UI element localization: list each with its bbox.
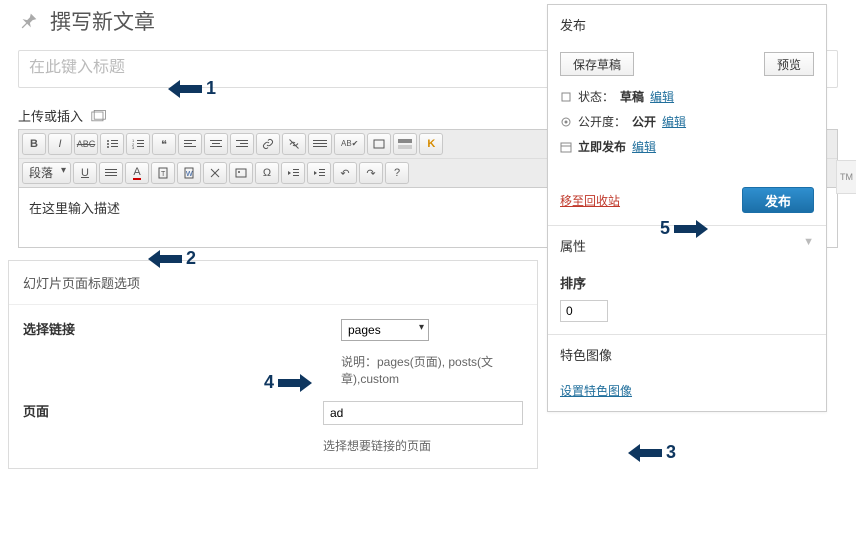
visibility-label: 公开度：	[578, 113, 626, 130]
kitchen-sink-button[interactable]	[393, 133, 417, 155]
paste-text-button[interactable]: T	[151, 162, 175, 184]
save-draft-button[interactable]: 保存草稿	[560, 52, 634, 76]
link-type-select[interactable]: pages	[341, 319, 429, 341]
clear-format-button[interactable]	[203, 162, 227, 184]
status-label: 状态：	[578, 88, 614, 105]
schedule-edit-link[interactable]: 编辑	[632, 138, 656, 155]
order-label: 排序	[560, 273, 814, 292]
redo-button[interactable]: ↷	[359, 162, 383, 184]
schedule-value: 立即发布	[578, 138, 626, 155]
paste-word-button[interactable]: W	[177, 162, 201, 184]
attrs-heading: 属性	[560, 239, 586, 254]
publish-sidebar: 发布 保存草稿 预览 状态： 草稿 编辑 公开度： 公开 编辑 立即发布 编辑	[547, 4, 827, 412]
text-color-button[interactable]: A	[125, 162, 149, 184]
visibility-edit-link[interactable]: 编辑	[662, 113, 686, 130]
align-justify-button[interactable]	[99, 162, 123, 184]
align-right-button[interactable]	[230, 133, 254, 155]
link-button[interactable]	[256, 133, 280, 155]
link-type-desc: 说明：pages(页面), posts(文章),custom	[341, 353, 523, 387]
select-link-label: 选择链接	[23, 319, 323, 338]
visibility-icon	[560, 116, 572, 128]
ul-button[interactable]	[100, 133, 124, 155]
status-edit-link[interactable]: 编辑	[650, 88, 674, 105]
trash-link[interactable]: 移至回收站	[560, 192, 620, 209]
spellcheck-button[interactable]: AB✔	[334, 133, 365, 155]
set-featured-link[interactable]: 设置特色图像	[560, 384, 632, 398]
preview-button[interactable]: 预览	[764, 52, 814, 76]
slide-options-box: 幻灯片页面标题选项 选择链接 pages 说明：pages(页面), posts…	[8, 260, 538, 469]
format-select[interactable]: 段落	[22, 162, 71, 184]
strike-button[interactable]: ABC	[74, 133, 98, 155]
publish-button[interactable]: 发布	[742, 187, 814, 213]
indent-button[interactable]	[307, 162, 331, 184]
quote-button[interactable]: ❝	[152, 133, 176, 155]
order-input[interactable]	[560, 300, 608, 322]
fullscreen-button[interactable]	[367, 133, 391, 155]
k-button[interactable]: K	[419, 133, 443, 155]
media-icon[interactable]	[91, 109, 107, 123]
underline-button[interactable]: U	[73, 162, 97, 184]
status-icon	[560, 91, 572, 103]
help-button[interactable]: ?	[385, 162, 409, 184]
featured-heading: 特色图像	[548, 335, 826, 374]
svg-text:W: W	[186, 171, 193, 178]
pin-icon	[18, 10, 40, 32]
collapse-icon[interactable]: ▼	[803, 236, 814, 248]
ol-button[interactable]: 123	[126, 133, 150, 155]
undo-button[interactable]: ↶	[333, 162, 357, 184]
unlink-button[interactable]	[282, 133, 306, 155]
tm-badge: TM	[836, 160, 856, 194]
publish-heading: 发布	[548, 5, 826, 44]
svg-text:T: T	[161, 171, 166, 178]
status-value: 草稿	[620, 88, 644, 105]
annot-3: 3	[628, 442, 676, 463]
bold-button[interactable]: B	[22, 133, 46, 155]
visibility-value: 公开	[632, 113, 656, 130]
page-input[interactable]	[323, 401, 523, 425]
slide-options-heading: 幻灯片页面标题选项	[9, 261, 537, 305]
page-title: 撰写新文章	[50, 6, 155, 36]
upload-insert-label: 上传或插入	[18, 106, 83, 125]
page-desc: 选择想要链接的页面	[323, 437, 523, 454]
page-label: 页面	[23, 401, 305, 420]
more-break-button[interactable]	[308, 133, 332, 155]
outdent-button[interactable]	[281, 162, 305, 184]
italic-button[interactable]: I	[48, 133, 72, 155]
svg-text:3: 3	[132, 145, 135, 149]
special-char-button[interactable]: Ω	[255, 162, 279, 184]
editor-placeholder: 在这里输入描述	[29, 201, 120, 216]
align-left-button[interactable]	[178, 133, 202, 155]
insert-media-button[interactable]	[229, 162, 253, 184]
align-center-button[interactable]	[204, 133, 228, 155]
calendar-icon	[560, 141, 572, 153]
